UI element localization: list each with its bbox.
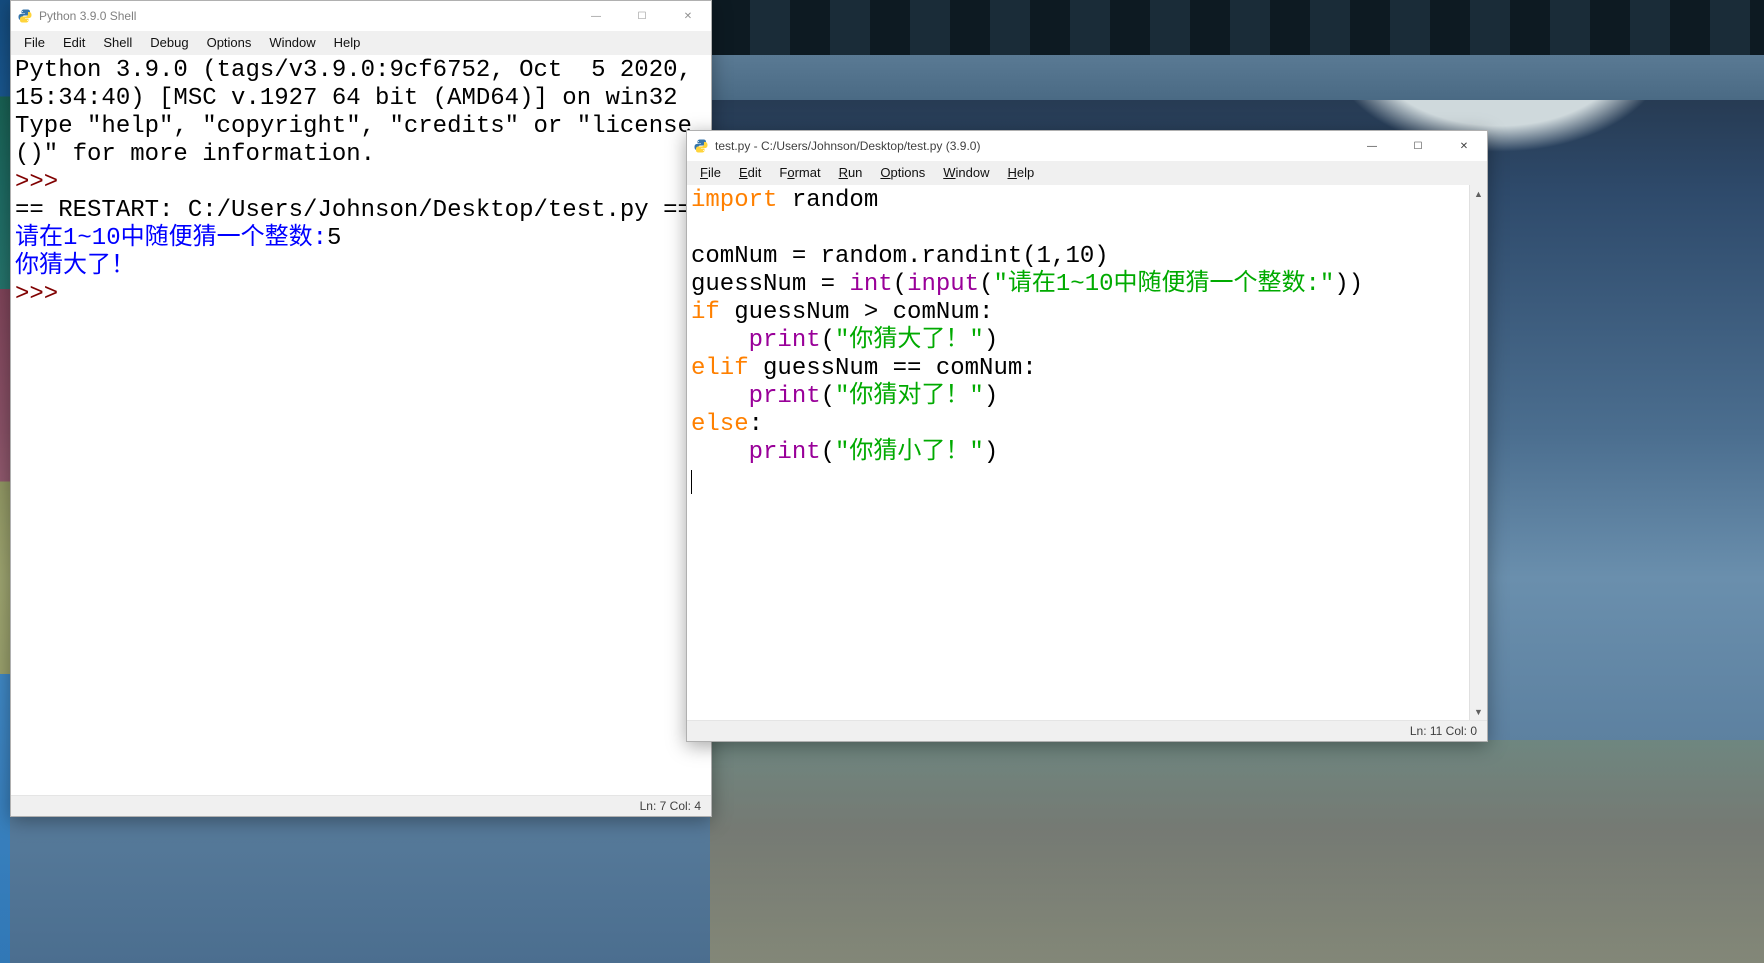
- code-keyword: import: [691, 187, 777, 214]
- minimize-button[interactable]: —: [1349, 131, 1395, 161]
- shell-menubar: File Edit Shell Debug Options Window Hel…: [11, 31, 711, 55]
- code-indent: [691, 383, 749, 410]
- code-indent: [691, 327, 749, 354]
- code-number: 1: [1037, 243, 1051, 270]
- code-text: random: [777, 187, 878, 214]
- code-text: guessNum > comNum:: [720, 299, 994, 326]
- menu-format[interactable]: Format: [770, 164, 829, 181]
- python-icon: [693, 138, 709, 154]
- code-text: (: [821, 327, 835, 354]
- menu-edit[interactable]: Edit: [54, 34, 94, 51]
- code-text: guessNum == comNum:: [749, 355, 1037, 382]
- editor-content-area: import random comNum = random.randint(1,…: [687, 185, 1487, 720]
- code-text: ,: [1051, 243, 1065, 270]
- code-string: "你猜大了！": [835, 327, 984, 354]
- code-keyword: elif: [691, 355, 749, 382]
- code-text: )): [1334, 271, 1363, 298]
- text-cursor: [691, 470, 692, 494]
- shell-cursor-position: Ln: 7 Col: 4: [640, 799, 701, 813]
- editor-menubar: File Edit Format Run Options Window Help: [687, 161, 1487, 185]
- menu-edit[interactable]: Edit: [730, 164, 770, 181]
- editor-cursor-position: Ln: 11 Col: 0: [1410, 724, 1477, 738]
- code-text: ): [984, 439, 998, 466]
- bg-strip: [710, 0, 1764, 55]
- editor-vertical-scrollbar[interactable]: ▲ ▼: [1469, 185, 1487, 720]
- editor-window-controls: — ☐ ✕: [1349, 131, 1487, 161]
- shell-titlebar[interactable]: Python 3.9.0 Shell — ☐ ✕: [11, 1, 711, 31]
- code-text: (: [821, 383, 835, 410]
- shell-content-area: Python 3.9.0 (tags/v3.9.0:9cf6752, Oct 5…: [11, 55, 711, 795]
- menu-run[interactable]: Run: [830, 164, 872, 181]
- code-text: :: [749, 411, 763, 438]
- shell-prompt: >>>: [15, 281, 73, 308]
- python-editor-window[interactable]: test.py - C:/Users/Johnson/Desktop/test.…: [686, 130, 1488, 742]
- banner-line: Python 3.9.0 (tags/v3.9.0:9cf6752, Oct 5…: [15, 57, 692, 84]
- menu-file[interactable]: File: [15, 34, 54, 51]
- code-indent: [691, 439, 749, 466]
- code-text: (: [893, 271, 907, 298]
- close-button[interactable]: ✕: [1441, 131, 1487, 161]
- bg-detail: [710, 740, 1764, 963]
- menu-options[interactable]: Options: [871, 164, 934, 181]
- code-string: "你猜对了！": [835, 383, 984, 410]
- code-string: "请在1~10中随便猜一个整数:": [993, 271, 1334, 298]
- stdin-prompt-text: 请在1~10中随便猜一个整数:: [15, 225, 327, 252]
- shell-statusbar: Ln: 7 Col: 4: [11, 795, 711, 816]
- scroll-up-icon[interactable]: ▲: [1470, 185, 1487, 202]
- menu-debug[interactable]: Debug: [141, 34, 197, 51]
- code-string: "你猜小了！": [835, 439, 984, 466]
- close-button[interactable]: ✕: [665, 1, 711, 31]
- python-icon: [17, 8, 33, 24]
- minimize-button[interactable]: —: [573, 1, 619, 31]
- editor-text[interactable]: import random comNum = random.randint(1,…: [687, 185, 1469, 720]
- editor-title: test.py - C:/Users/Johnson/Desktop/test.…: [715, 139, 1349, 153]
- restart-line: == RESTART: C:/Users/Johnson/Desktop/tes…: [15, 197, 692, 224]
- bg-sidebar-hint: [0, 0, 10, 963]
- code-number: 10: [1065, 243, 1094, 270]
- menu-window[interactable]: Window: [934, 164, 998, 181]
- menu-window[interactable]: Window: [260, 34, 324, 51]
- shell-window-controls: — ☐ ✕: [573, 1, 711, 31]
- editor-statusbar: Ln: 11 Col: 0: [687, 720, 1487, 741]
- banner-line: 15:34:40) [MSC v.1927 64 bit (AMD64)] on…: [15, 85, 678, 112]
- scroll-down-icon[interactable]: ▼: [1470, 703, 1487, 720]
- code-builtin: input: [907, 271, 979, 298]
- shell-prompt: >>>: [15, 169, 73, 196]
- menu-file[interactable]: File: [691, 164, 730, 181]
- code-text: ): [984, 383, 998, 410]
- shell-title: Python 3.9.0 Shell: [39, 9, 573, 23]
- stdin-user-input: 5: [327, 225, 341, 252]
- menu-help[interactable]: Help: [999, 164, 1044, 181]
- code-builtin: int: [849, 271, 892, 298]
- stdout-line: 你猜大了！: [15, 253, 135, 280]
- code-builtin: print: [749, 327, 821, 354]
- editor-titlebar[interactable]: test.py - C:/Users/Johnson/Desktop/test.…: [687, 131, 1487, 161]
- banner-line: Type "help", "copyright", "credits" or "…: [15, 113, 692, 140]
- code-text: (: [821, 439, 835, 466]
- banner-line: ()" for more information.: [15, 141, 375, 168]
- maximize-button[interactable]: ☐: [1395, 131, 1441, 161]
- bg-strip: [710, 55, 1764, 100]
- shell-text[interactable]: Python 3.9.0 (tags/v3.9.0:9cf6752, Oct 5…: [11, 55, 711, 795]
- code-keyword: if: [691, 299, 720, 326]
- menu-options[interactable]: Options: [198, 34, 261, 51]
- code-text: comNum = random.randint(: [691, 243, 1037, 270]
- code-keyword: else: [691, 411, 749, 438]
- code-builtin: print: [749, 439, 821, 466]
- code-text: ): [984, 327, 998, 354]
- code-text: ): [1094, 243, 1108, 270]
- menu-help[interactable]: Help: [325, 34, 370, 51]
- maximize-button[interactable]: ☐: [619, 1, 665, 31]
- code-text: guessNum =: [691, 271, 849, 298]
- python-shell-window[interactable]: Python 3.9.0 Shell — ☐ ✕ File Edit Shell…: [10, 0, 712, 817]
- menu-shell[interactable]: Shell: [94, 34, 141, 51]
- code-builtin: print: [749, 383, 821, 410]
- code-text: (: [979, 271, 993, 298]
